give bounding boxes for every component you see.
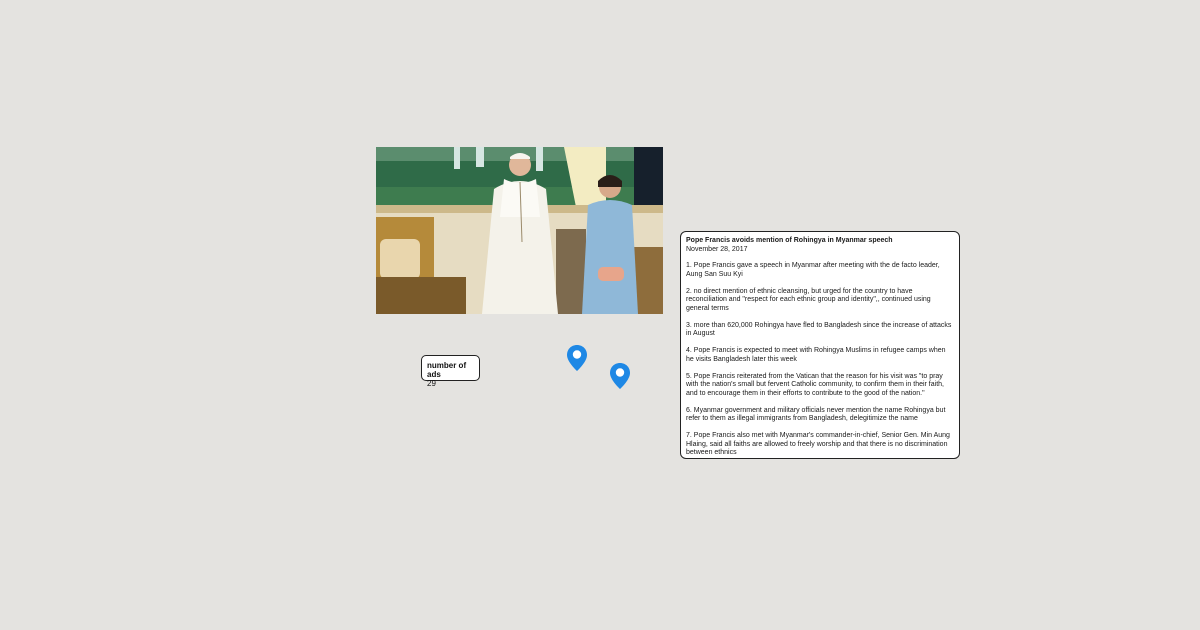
article-point: 5. Pope Francis reiterated from the Vati… bbox=[686, 372, 944, 397]
article-summary-card: Pope Francis avoids mention of Rohingya … bbox=[680, 231, 960, 459]
map-pin-icon[interactable] bbox=[566, 344, 588, 372]
news-photo bbox=[376, 147, 663, 314]
article-date: November 28, 2017 bbox=[686, 245, 748, 253]
article-point: 4. Pope Francis is expected to meet with… bbox=[686, 347, 946, 363]
ads-count-box: number of ads 29 bbox=[421, 355, 480, 388]
article-point: 6. Myanmar government and military offic… bbox=[686, 406, 946, 423]
news-photo-illustration bbox=[376, 147, 663, 314]
ads-count-label: number of ads bbox=[427, 361, 467, 379]
article-point: 3. more than 620,000 Rohingya have fled … bbox=[686, 321, 952, 338]
article-point: 2. no direct mention of ethnic cleansing… bbox=[686, 287, 931, 312]
article-point: 1. Pope Francis gave a speech in Myanmar… bbox=[686, 262, 940, 278]
map-pin-icon[interactable] bbox=[609, 362, 631, 390]
ads-count-value: 29 bbox=[427, 379, 436, 388]
article-point: 7. Pope Francis also met with Myanmar's … bbox=[686, 432, 950, 456]
article-title: Pope Francis avoids mention of Rohingya … bbox=[686, 237, 893, 244]
article-point-list: 1. Pope Francis gave a speech in Myanmar… bbox=[686, 262, 953, 458]
